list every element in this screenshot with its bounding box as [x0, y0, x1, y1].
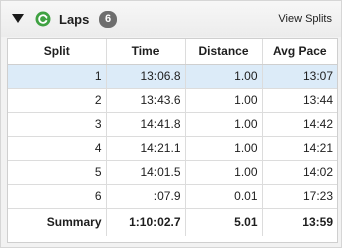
- table-row[interactable]: 5 14:01.5 1.00 14:02: [8, 160, 337, 185]
- time-cell: 14:41.8: [106, 112, 186, 137]
- splits-table: Split Time Distance Avg Pace 1 13:06.8 1…: [8, 39, 337, 236]
- distance-cell: 1.00: [185, 64, 263, 89]
- split-cell: 6: [8, 184, 107, 209]
- summary-distance: 5.01: [185, 208, 263, 236]
- summary-time: 1:10:02.7: [106, 208, 186, 236]
- disclosure-triangle-down-icon[interactable]: [12, 14, 24, 23]
- pace-cell: 13:07: [262, 64, 337, 89]
- pace-cell: 14:42: [262, 112, 337, 137]
- time-cell: 13:06.8: [106, 64, 186, 89]
- table-row[interactable]: 1 13:06.8 1.00 13:07: [8, 64, 337, 89]
- distance-cell: 1.00: [185, 112, 263, 137]
- pace-cell: 13:44: [262, 88, 337, 113]
- column-header-distance[interactable]: Distance: [185, 39, 263, 65]
- distance-cell: 1.00: [185, 88, 263, 113]
- distance-cell: 1.00: [185, 136, 263, 161]
- summary-row: Summary 1:10:02.7 5.01 13:59: [8, 208, 337, 236]
- splits-table-container: Split Time Distance Avg Pace 1 13:06.8 1…: [7, 38, 338, 243]
- column-header-time[interactable]: Time: [106, 39, 186, 65]
- table-header-row: Split Time Distance Avg Pace: [8, 39, 337, 65]
- view-splits-link[interactable]: View Splits: [278, 13, 332, 25]
- laps-count-badge: 6: [99, 11, 117, 28]
- pace-cell: 17:23: [262, 184, 337, 209]
- time-cell: 13:43.6: [106, 88, 186, 113]
- split-cell: 1: [8, 64, 107, 89]
- time-cell: 14:21.1: [106, 136, 186, 161]
- laps-title: Laps: [59, 12, 90, 27]
- pace-cell: 14:21: [262, 136, 337, 161]
- table-row[interactable]: 4 14:21.1 1.00 14:21: [8, 136, 337, 161]
- table-row[interactable]: 3 14:41.8 1.00 14:42: [8, 112, 337, 137]
- laps-panel: Laps 6 View Splits Split Time Distance A…: [0, 0, 342, 248]
- time-cell: :07.9: [106, 184, 186, 209]
- table-row[interactable]: 6 :07.9 0.01 17:23: [8, 184, 337, 209]
- summary-label: Summary: [8, 208, 107, 236]
- summary-pace: 13:59: [302, 215, 333, 230]
- distance-cell: 1.00: [185, 160, 263, 185]
- table-row[interactable]: 2 13:43.6 1.00 13:44: [8, 88, 337, 113]
- column-header-avg-pace[interactable]: Avg Pace: [262, 39, 337, 65]
- laps-header: Laps 6 View Splits: [1, 1, 341, 37]
- time-cell: 14:01.5: [106, 160, 186, 185]
- split-cell: 2: [8, 88, 107, 113]
- refresh-green-icon: [35, 11, 51, 27]
- distance-cell: 0.01: [185, 184, 263, 209]
- split-cell: 4: [8, 136, 107, 161]
- split-cell: 5: [8, 160, 107, 185]
- column-header-split[interactable]: Split: [8, 39, 107, 65]
- pace-cell: 14:02: [262, 160, 337, 185]
- split-cell: 3: [8, 112, 107, 137]
